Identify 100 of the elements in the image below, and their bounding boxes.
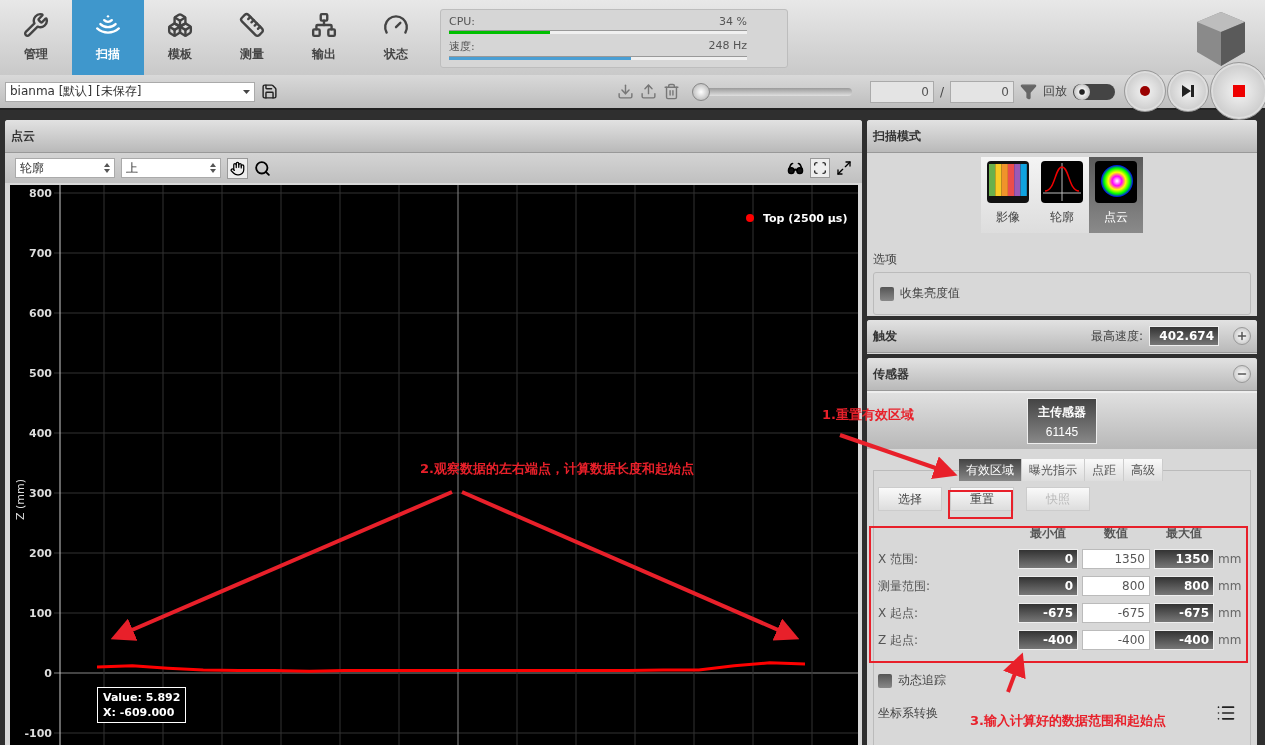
unit-label: mm — [1218, 633, 1240, 647]
updown-caret-icon — [210, 163, 216, 173]
section-label: 坐标系转换 — [878, 704, 938, 722]
min-value: -400 — [1018, 630, 1078, 650]
save-icon[interactable] — [261, 83, 278, 100]
unit-label: mm — [1218, 606, 1240, 620]
boxes-icon — [167, 12, 193, 38]
max-value: 1350 — [1154, 549, 1214, 569]
meter-label: 速度: — [449, 39, 475, 54]
value-field[interactable]: 1350 — [1082, 549, 1150, 569]
value-tooltip: Value: 5.892 X: -609.000 — [97, 687, 187, 723]
filter-icon[interactable] — [1020, 83, 1037, 100]
view-select[interactable]: 轮廓 — [15, 158, 115, 178]
axis-tick-label: 800 — [29, 187, 52, 200]
checkbox-label: 收集亮度值 — [900, 285, 960, 302]
value-field[interactable]: -400 — [1082, 630, 1150, 650]
job-select[interactable]: bianma [默认] [未保存] — [5, 81, 255, 102]
axis-tick-label: 500 — [29, 367, 52, 380]
meter-reading: 34 % — [719, 15, 747, 28]
hand-icon[interactable] — [227, 157, 248, 179]
list-icon[interactable] — [1216, 703, 1236, 723]
network-icon — [311, 12, 337, 38]
nav-tab[interactable]: 测量 — [216, 0, 288, 75]
nav-tab[interactable]: 状态 — [360, 0, 432, 75]
bell-curve-icon — [1041, 161, 1083, 203]
unit-label: mm — [1218, 552, 1240, 566]
ruler-icon — [239, 12, 265, 38]
checkbox[interactable] — [878, 673, 892, 688]
axis-tick-label: -100 — [24, 727, 52, 740]
tab[interactable]: 有效区域 — [959, 459, 1022, 481]
mode-button[interactable]: 轮廓 — [1035, 157, 1089, 233]
checkbox[interactable] — [880, 286, 894, 301]
nav-tab[interactable]: 模板 — [144, 0, 216, 75]
step-icon — [1182, 85, 1194, 97]
legend-label: Top (2500 µs) — [763, 212, 848, 225]
sensor-button[interactable]: 主传感器 61145 — [1027, 398, 1097, 444]
min-value: -675 — [1018, 603, 1078, 623]
highlight-frame — [948, 490, 1013, 519]
annotation-text: 3.输入计算好的数据范围和起始点 — [970, 712, 1166, 730]
axis-tick-label: 700 — [29, 247, 52, 260]
annotation-arrow — [1003, 652, 1026, 693]
min-value: 0 — [1018, 576, 1078, 596]
playback-toggle[interactable] — [1073, 83, 1115, 100]
meter-reading: 248 Hz — [708, 39, 747, 54]
annotation-text: 2.观察数据的左右端点，计算数据长度和起始点 — [420, 460, 694, 478]
max-value: 800 — [1154, 576, 1214, 596]
tab[interactable]: 高级 — [1124, 459, 1163, 481]
record-icon — [1140, 86, 1150, 96]
value-field[interactable]: 800 — [1082, 576, 1150, 596]
action-button[interactable]: 选择 — [878, 487, 942, 511]
max-value: -400 — [1154, 630, 1214, 650]
axis-tick-label: 300 — [29, 487, 52, 500]
direction-select[interactable]: 上 — [121, 158, 221, 178]
mode-button[interactable]: 点云 — [1089, 157, 1143, 233]
meter-label: CPU: — [449, 15, 476, 28]
checkbox-label: 动态追踪 — [898, 672, 946, 689]
upload-icon[interactable] — [639, 83, 657, 100]
mode-button[interactable]: 影像 — [981, 157, 1035, 233]
frame-total-field[interactable]: 0 — [950, 80, 1014, 103]
color-bars-icon — [987, 161, 1029, 203]
tab[interactable]: 曝光指示 — [1022, 459, 1085, 481]
tools-icon — [23, 12, 49, 38]
frame-field[interactable]: 0 — [869, 80, 934, 103]
axis-tick-label: 200 — [29, 547, 52, 560]
search-icon[interactable] — [254, 159, 271, 177]
download-icon[interactable] — [616, 83, 634, 100]
row-label: X 起点: — [878, 604, 920, 622]
axis-tick-label: 100 — [29, 607, 52, 620]
max-value: -675 — [1154, 603, 1214, 623]
heatmap-icon — [1095, 161, 1137, 203]
fit-icon[interactable] — [810, 158, 830, 178]
axis-tick-label: 600 — [29, 307, 52, 320]
axis-title: Z (mm) — [14, 478, 27, 520]
expand-icon[interactable] — [836, 160, 852, 176]
value-field[interactable]: -675 — [1082, 603, 1150, 623]
panel-title: 点云 — [11, 127, 35, 145]
row-label: 测量范围: — [878, 577, 932, 595]
axis-tick-label: 400 — [29, 427, 52, 440]
nav-tab[interactable]: 输出 — [288, 0, 360, 75]
axis-tick-label: 0 — [44, 667, 52, 680]
min-value: 0 — [1018, 549, 1078, 569]
updown-caret-icon — [104, 163, 110, 173]
speed-label: 最高速度: — [1090, 327, 1143, 345]
tab[interactable]: 点距 — [1085, 459, 1124, 481]
separator-label: / — [939, 84, 944, 99]
panel-title: 扫描模式 — [873, 127, 921, 145]
stop-icon — [1233, 85, 1245, 97]
row-label: Z 起点: — [878, 631, 920, 649]
unit-label: mm — [1218, 579, 1240, 593]
row-label: X 范围: — [878, 550, 920, 568]
caret-icon — [243, 89, 250, 94]
panel-title: 传感器 — [873, 365, 909, 383]
frame-slider[interactable] — [691, 82, 852, 101]
nav-tab[interactable]: 管理 — [0, 0, 72, 75]
panel-title: 触发 — [873, 327, 897, 345]
section-label: 选项 — [873, 251, 898, 268]
trash-icon[interactable] — [662, 83, 680, 100]
collapse-icon[interactable] — [1233, 365, 1251, 383]
slider-thumb[interactable] — [691, 82, 710, 101]
column-header: 数值 — [1103, 525, 1129, 542]
